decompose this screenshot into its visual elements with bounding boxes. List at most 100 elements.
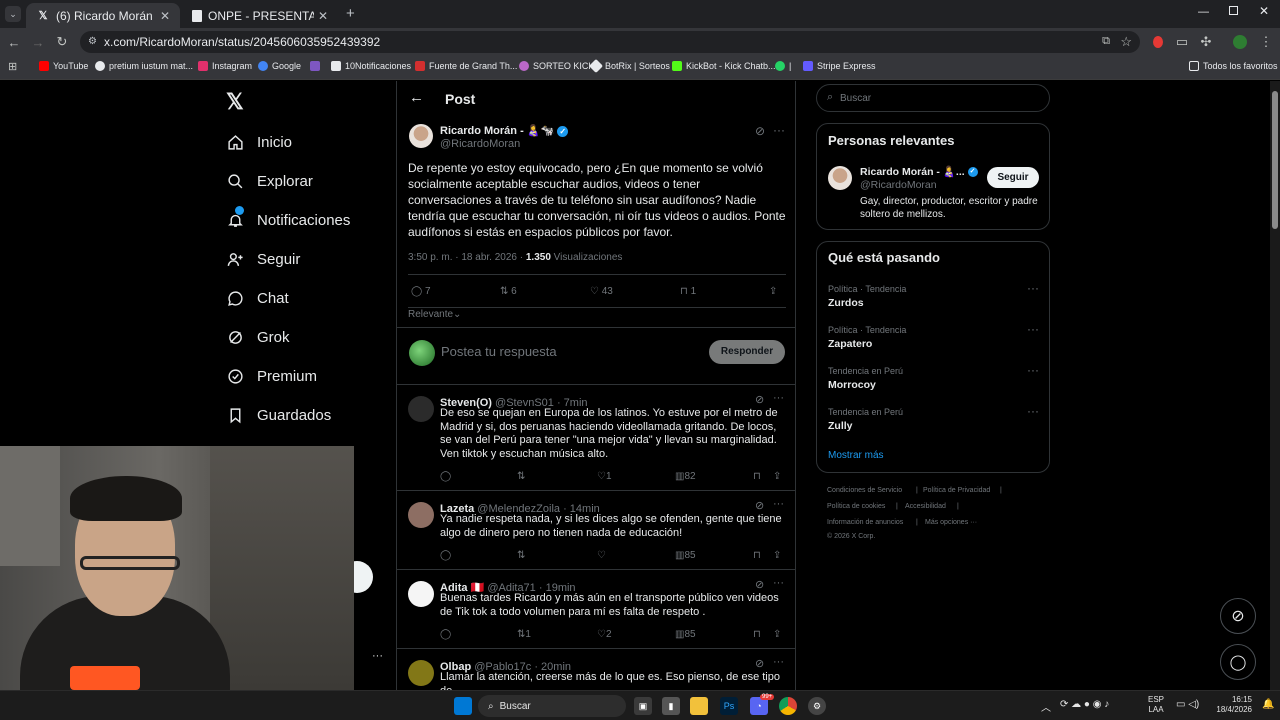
extension-icon[interactable]: ▭: [1174, 34, 1190, 50]
chevron-up-icon[interactable]: ︿: [1041, 699, 1051, 714]
chrome-icon[interactable]: [779, 697, 797, 715]
reply-button[interactable]: ◯: [440, 471, 451, 482]
site-info-icon[interactable]: ⚙: [88, 36, 97, 47]
photoshop-icon[interactable]: Ps: [720, 697, 738, 715]
views-button[interactable]: ▥ 85: [675, 550, 696, 561]
nav-inicio[interactable]: Inicio: [226, 128, 292, 156]
minimize-button[interactable]: —: [1198, 6, 1209, 18]
nav-grok[interactable]: Grok: [226, 323, 290, 351]
footer-link[interactable]: Política de Privacidad: [923, 487, 990, 494]
share-button[interactable]: ⇪: [773, 471, 781, 482]
bookmark-pretium[interactable]: pretium iustum mat...: [95, 61, 193, 71]
bookmark-youtube[interactable]: YouTube: [39, 61, 88, 71]
post-time[interactable]: 3:50 p. m. · 18 abr. 2026 ·: [408, 252, 523, 263]
back-arrow-icon[interactable]: ←: [409, 89, 424, 106]
author-avatar[interactable]: [409, 124, 433, 148]
bookmark-button[interactable]: ⊓ 1: [680, 286, 696, 297]
show-more-link[interactable]: Mostrar más: [828, 450, 884, 461]
app-icon[interactable]: ▮: [662, 697, 680, 715]
forward-icon[interactable]: →: [30, 34, 46, 50]
repost-button[interactable]: ⇅ 1: [517, 629, 531, 640]
reply-avatar[interactable]: [408, 660, 434, 686]
grok-icon[interactable]: ⊘: [755, 499, 764, 512]
more-options-icon[interactable]: ···: [1027, 363, 1039, 377]
bookmark-stripe[interactable]: Stripe Express: [803, 61, 876, 71]
back-icon[interactable]: ←: [6, 34, 22, 50]
taskbar-search[interactable]: ⌕ Buscar: [478, 695, 626, 717]
trend-item[interactable]: Zully: [828, 420, 853, 432]
nav-guardados[interactable]: Guardados: [226, 401, 331, 429]
nav-notificaciones[interactable]: Notificaciones: [226, 206, 350, 234]
menu-icon[interactable]: ⋮: [1258, 34, 1274, 50]
close-window-button[interactable]: ✕: [1259, 4, 1269, 18]
language-indicator[interactable]: ESP LAA: [1148, 695, 1164, 715]
nav-explorar[interactable]: Explorar: [226, 167, 313, 195]
extension-red-icon[interactable]: [1150, 34, 1166, 50]
person-avatar[interactable]: [828, 166, 852, 190]
file-explorer-icon[interactable]: [690, 697, 708, 715]
tab-search-button[interactable]: ⌄: [5, 6, 21, 22]
search-input[interactable]: ⌕ Buscar: [816, 84, 1050, 112]
my-avatar[interactable]: [409, 340, 435, 366]
share-button[interactable]: ⇪: [773, 550, 781, 561]
bookmark-extension[interactable]: [310, 61, 324, 71]
more-options-icon[interactable]: ···: [773, 656, 784, 668]
reply-avatar[interactable]: [408, 396, 434, 422]
reply-button[interactable]: ◯: [440, 629, 451, 640]
close-icon[interactable]: ✕: [156, 9, 174, 23]
bookmark-whatsapp[interactable]: |: [775, 61, 791, 71]
new-tab-button[interactable]: +: [346, 5, 355, 22]
more-options-icon[interactable]: ···: [1027, 281, 1039, 295]
bookmark-button[interactable]: ⊓: [753, 550, 761, 561]
like-button[interactable]: ♡ 43: [590, 286, 613, 297]
bookmark-google[interactable]: Google: [258, 61, 301, 71]
maximize-button[interactable]: [1229, 6, 1238, 15]
nav-premium[interactable]: Premium: [226, 362, 317, 390]
network-volume-icons[interactable]: ▭ ◁): [1176, 699, 1199, 710]
more-options-icon[interactable]: ···: [773, 498, 784, 510]
more-icon[interactable]: ···: [372, 650, 383, 662]
address-bar[interactable]: ⚙ x.com/RicardoMoran/status/204560603595…: [80, 31, 1140, 53]
author-name[interactable]: Ricardo Morán - 👩‍🍼🐄 ✓: [440, 124, 569, 137]
repost-button[interactable]: ⇅: [517, 471, 525, 482]
more-options-icon[interactable]: ···: [1027, 404, 1039, 418]
person-name[interactable]: Ricardo Morán - 👩‍🍼... ✓: [860, 165, 978, 178]
bookmark-sorteo-kick[interactable]: SORTEO KICK: [519, 61, 594, 71]
like-button[interactable]: ♡: [597, 550, 606, 561]
all-bookmarks[interactable]: Todos los favoritos: [1189, 61, 1278, 71]
bookmark-button[interactable]: ⊓: [753, 629, 761, 640]
chat-fab[interactable]: ◯: [1220, 644, 1256, 680]
bookmark-button[interactable]: ⊓: [753, 471, 761, 482]
reply-avatar[interactable]: [408, 502, 434, 528]
share-button[interactable]: ⇪: [769, 286, 777, 297]
footer-link[interactable]: Información de anuncios: [827, 519, 903, 526]
grok-icon[interactable]: ⊘: [755, 657, 764, 670]
trend-item[interactable]: Morrocoy: [828, 379, 876, 391]
reply-input[interactable]: Postea tu respuesta: [441, 344, 557, 359]
reply-button[interactable]: ◯: [440, 550, 451, 561]
trend-item[interactable]: Zurdos: [828, 297, 864, 309]
bookmark-instagram[interactable]: Instagram: [198, 61, 252, 71]
app-2-icon[interactable]: ⚙: [808, 697, 826, 715]
respond-button[interactable]: Responder: [709, 340, 785, 364]
reply-avatar[interactable]: [408, 581, 434, 607]
grok-icon[interactable]: ⊘: [755, 393, 764, 406]
more-options-icon[interactable]: ···: [773, 392, 784, 404]
follow-button[interactable]: Seguir: [987, 167, 1039, 188]
apps-icon[interactable]: ⊞: [8, 60, 17, 73]
reload-icon[interactable]: ↻: [54, 34, 70, 50]
windows-start-icon[interactable]: [454, 697, 472, 715]
install-icon[interactable]: ⧉: [1102, 35, 1110, 48]
repost-button[interactable]: ⇅: [517, 550, 525, 561]
grok-icon[interactable]: ⊘: [755, 124, 765, 138]
footer-link[interactable]: Condiciones de Servicio: [827, 487, 902, 494]
reply-button[interactable]: ◯ 7: [411, 286, 431, 297]
footer-link[interactable]: Más opciones ···: [925, 519, 977, 526]
grok-icon[interactable]: ⊘: [755, 578, 764, 591]
like-button[interactable]: ♡ 2: [597, 629, 612, 640]
task-view-icon[interactable]: ▣: [634, 697, 652, 715]
page-scrollbar[interactable]: [1270, 81, 1280, 690]
tab-onpe[interactable]: ONPE - PRESENTACIÓN DE RES ✕: [182, 3, 338, 28]
notification-icon[interactable]: 🔔: [1262, 699, 1274, 710]
footer-link[interactable]: Accesibilidad: [905, 503, 946, 510]
